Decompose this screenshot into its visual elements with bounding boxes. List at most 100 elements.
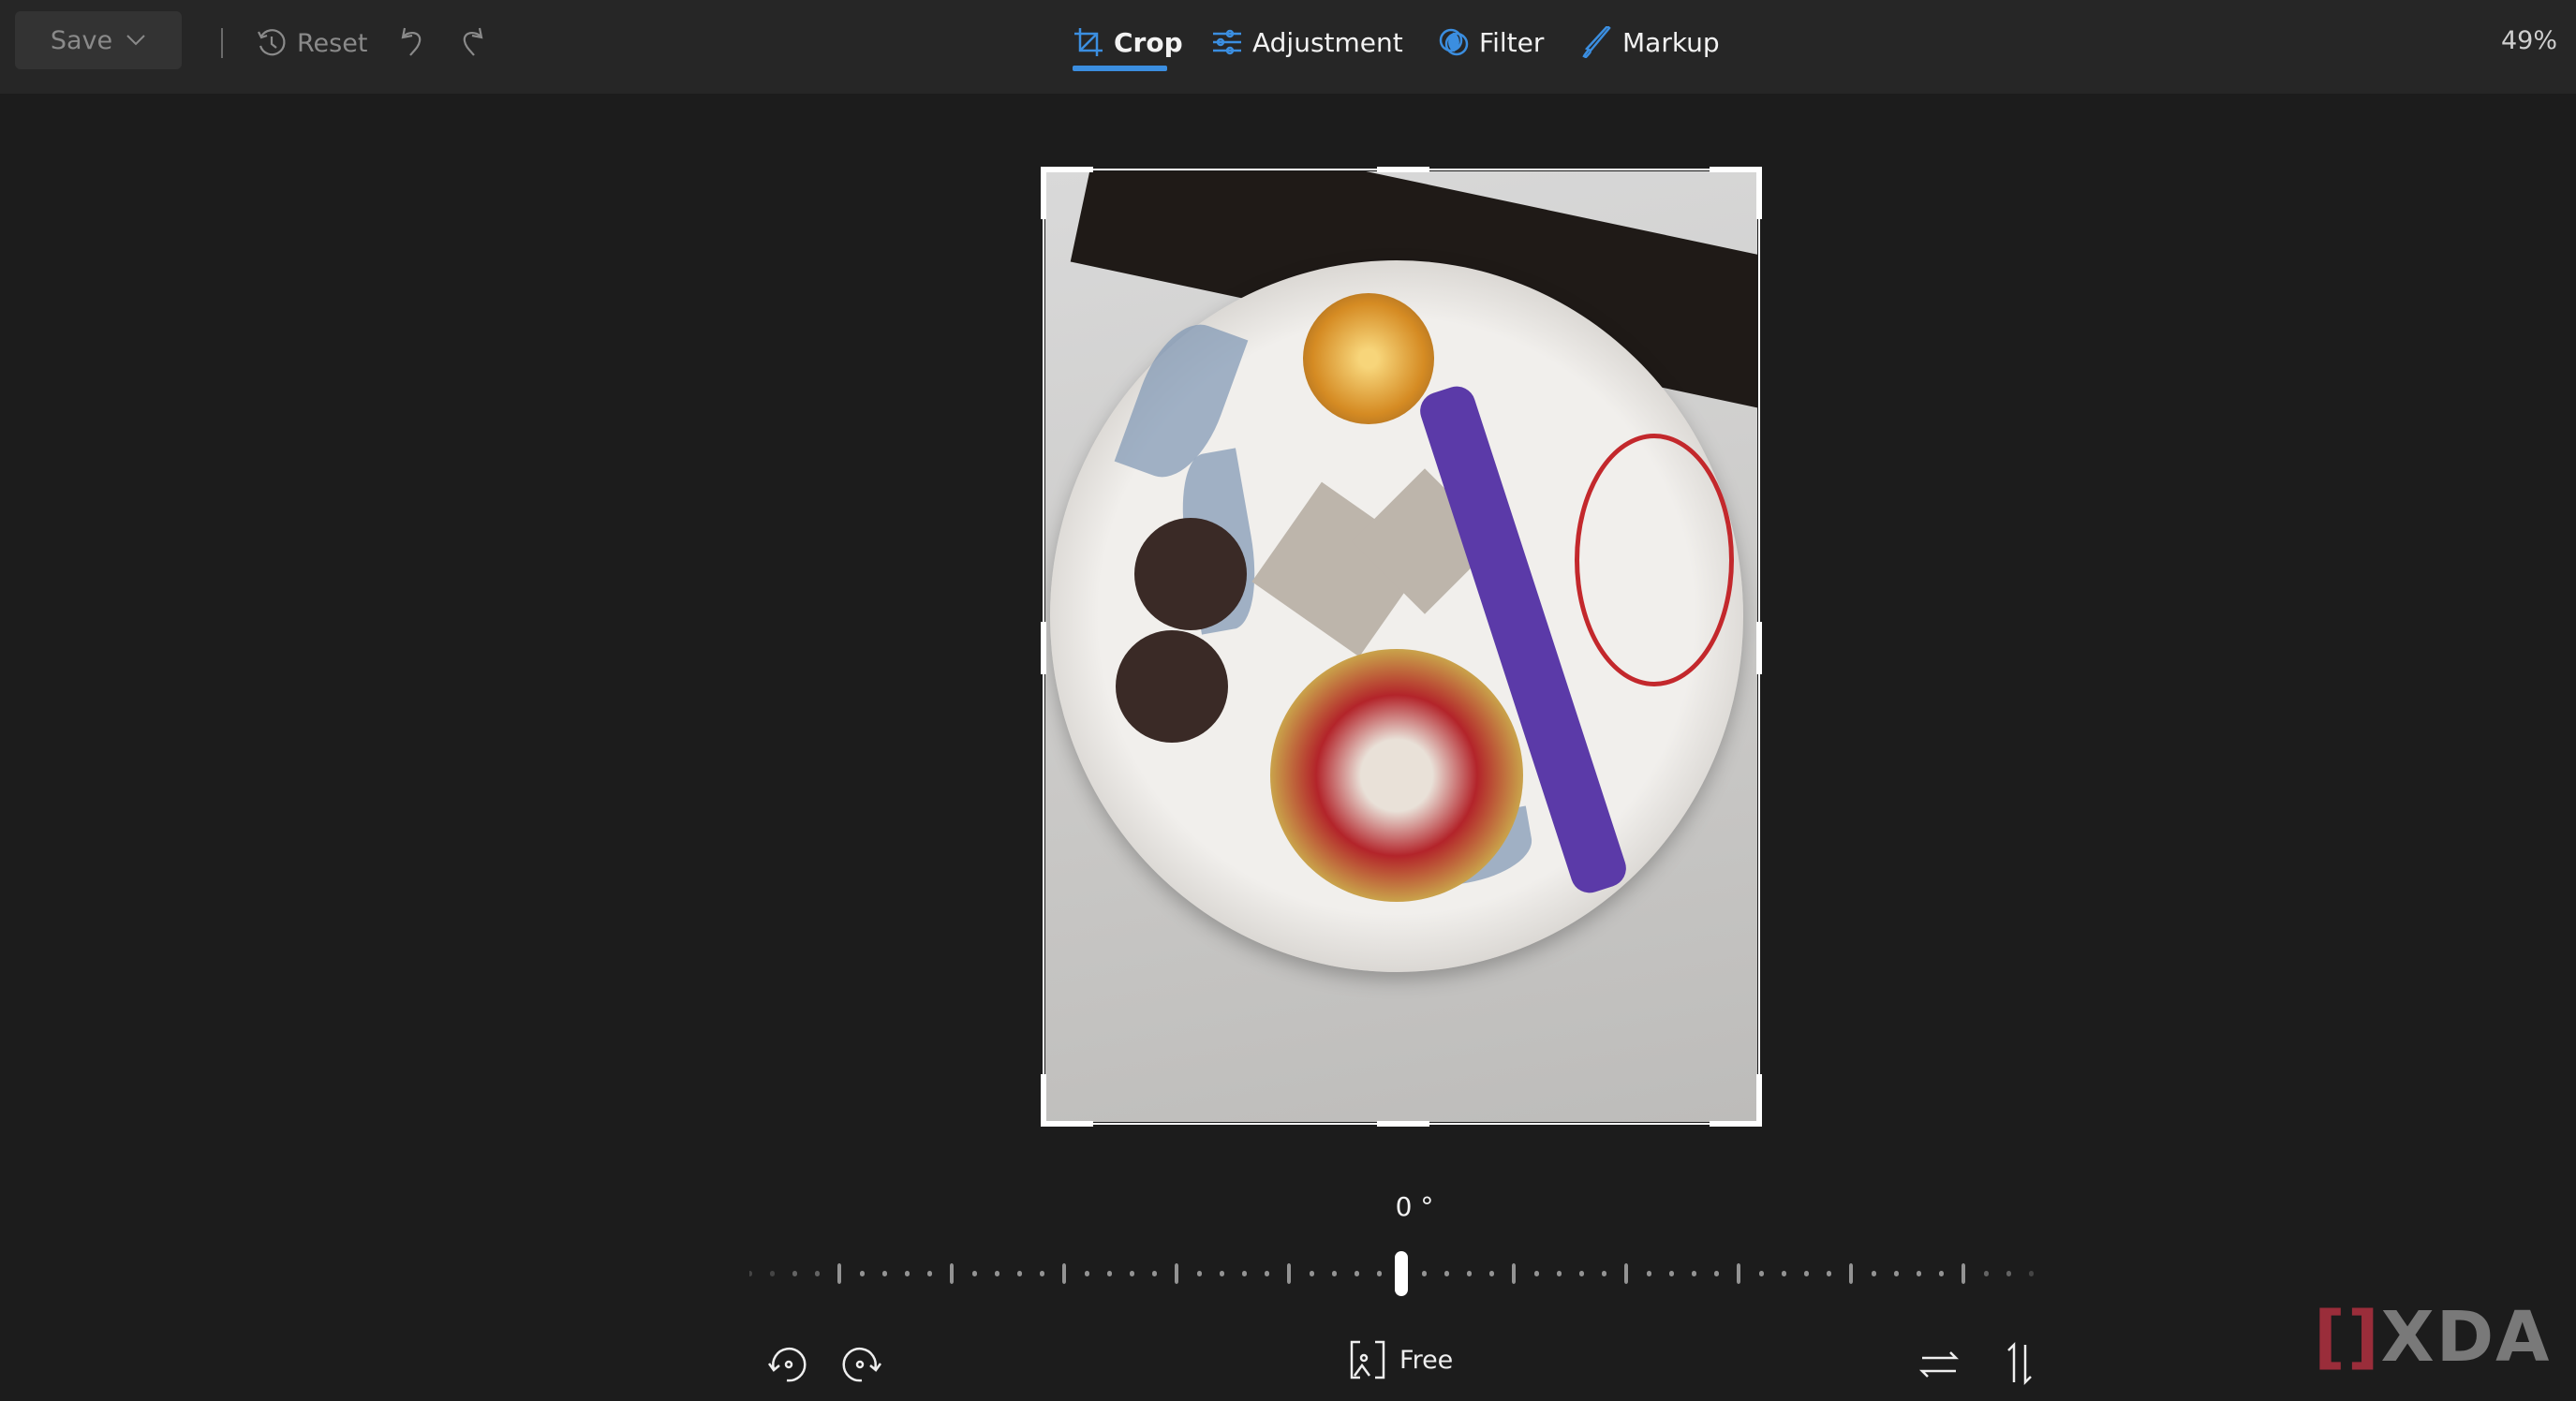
slider-minor-tick — [1310, 1271, 1314, 1276]
slider-minor-tick — [792, 1271, 797, 1276]
redo-button[interactable] — [457, 24, 487, 62]
slider-major-tick — [1849, 1263, 1853, 1284]
save-label: Save — [50, 25, 113, 55]
slider-minor-tick — [749, 1271, 752, 1276]
active-tab-indicator — [1073, 66, 1167, 71]
slider-minor-tick — [1130, 1271, 1134, 1276]
filter-icon — [1439, 28, 1469, 56]
slider-minor-tick — [882, 1271, 887, 1276]
reset-button[interactable]: Reset — [256, 22, 367, 64]
slider-minor-tick — [995, 1271, 999, 1276]
tab-adjustment[interactable]: Adjustment — [1211, 21, 1403, 64]
slider-minor-tick — [1759, 1271, 1764, 1276]
undo-icon — [401, 27, 422, 56]
rotate-left-button[interactable] — [764, 1341, 809, 1386]
tab-label: Filter — [1479, 26, 1545, 58]
slider-thumb[interactable] — [1395, 1251, 1408, 1296]
chevron-down-icon — [126, 35, 145, 46]
slider-minor-tick — [770, 1271, 775, 1276]
aspect-ratio-icon — [1350, 1340, 1385, 1379]
crop-handle-right[interactable] — [1756, 622, 1762, 674]
flip-horizontal-icon — [1918, 1351, 1960, 1378]
slider-minor-tick — [1332, 1271, 1337, 1276]
slider-major-tick — [1062, 1263, 1066, 1284]
slider-minor-tick — [1444, 1271, 1449, 1276]
slider-minor-tick — [927, 1271, 932, 1276]
sliders-icon — [1213, 29, 1241, 55]
slider-minor-tick — [1917, 1271, 1921, 1276]
crop-handle-top-right[interactable] — [1710, 167, 1762, 172]
rotate-right-button[interactable] — [841, 1341, 886, 1386]
slider-minor-tick — [1107, 1271, 1112, 1276]
crop-frame[interactable] — [1041, 167, 1762, 1127]
history-icon — [258, 29, 286, 56]
slider-minor-tick — [1197, 1271, 1202, 1276]
slider-minor-tick — [1714, 1271, 1719, 1276]
rotation-slider[interactable] — [749, 1236, 2051, 1311]
slider-minor-tick — [1422, 1271, 1427, 1276]
slider-minor-tick — [1355, 1271, 1359, 1276]
slider-minor-tick — [1827, 1271, 1831, 1276]
slider-minor-tick — [860, 1271, 865, 1276]
rotate-left-icon — [767, 1347, 807, 1382]
tab-markup[interactable]: Markup — [1581, 21, 1720, 64]
tab-label: Crop — [1114, 26, 1183, 58]
undo-button[interactable] — [397, 24, 427, 62]
crop-handle-bottom-right[interactable] — [1710, 1121, 1762, 1127]
slider-minor-tick — [1265, 1271, 1269, 1276]
slider-minor-tick — [1017, 1271, 1022, 1276]
slider-minor-tick — [2006, 1271, 2011, 1276]
slider-minor-tick — [1220, 1271, 1224, 1276]
zoom-level[interactable]: 49% — [2501, 26, 2557, 55]
rotation-angle-label: 0 ° — [1395, 1191, 1434, 1222]
slider-minor-tick — [2029, 1271, 2034, 1276]
slider-minor-tick — [1534, 1271, 1539, 1276]
slider-minor-tick — [905, 1271, 910, 1276]
crop-handle-top-left[interactable] — [1041, 167, 1093, 172]
crop-handle-left[interactable] — [1041, 622, 1046, 674]
slider-major-tick — [1287, 1263, 1291, 1284]
save-button[interactable]: Save — [15, 11, 182, 69]
slider-minor-tick — [1602, 1271, 1606, 1276]
tab-filter[interactable]: Filter — [1438, 21, 1544, 64]
tab-crop[interactable]: Crop — [1073, 21, 1183, 64]
slider-major-tick — [837, 1263, 841, 1284]
crop-handle-bottom-right[interactable] — [1756, 1074, 1762, 1127]
crop-handle-top[interactable] — [1377, 167, 1429, 172]
slider-minor-tick — [1647, 1271, 1651, 1276]
flip-vertical-icon — [2007, 1341, 2032, 1386]
slider-minor-tick — [1579, 1271, 1584, 1276]
crop-handle-top-right[interactable] — [1756, 167, 1762, 219]
flip-vertical-button[interactable] — [1997, 1341, 2042, 1386]
slider-minor-tick — [815, 1271, 820, 1276]
crop-handle-bottom-left[interactable] — [1041, 1121, 1093, 1127]
crop-handle-bottom-left[interactable] — [1041, 1074, 1046, 1127]
slider-minor-tick — [1377, 1271, 1382, 1276]
tab-label: Adjustment — [1252, 26, 1403, 58]
slider-minor-tick — [1939, 1271, 1944, 1276]
slider-minor-tick — [1984, 1271, 1989, 1276]
slider-minor-tick — [1804, 1271, 1809, 1276]
slider-minor-tick — [1242, 1271, 1247, 1276]
slider-minor-tick — [1040, 1271, 1044, 1276]
slider-major-tick — [950, 1263, 954, 1284]
toolbar-divider — [221, 28, 223, 58]
slider-minor-tick — [972, 1271, 977, 1276]
crop-handle-top-left[interactable] — [1041, 167, 1046, 219]
slider-minor-tick — [1669, 1271, 1674, 1276]
crop-icon — [1074, 28, 1103, 56]
slider-minor-tick — [1152, 1271, 1157, 1276]
tab-label: Markup — [1622, 26, 1720, 58]
reset-label: Reset — [297, 28, 368, 58]
flip-horizontal-button[interactable] — [1917, 1341, 1962, 1386]
crop-handle-bottom[interactable] — [1377, 1121, 1429, 1127]
slider-minor-tick — [1489, 1271, 1494, 1276]
slider-minor-tick — [1557, 1271, 1562, 1276]
aspect-ratio-button[interactable]: Free — [1349, 1339, 1453, 1380]
aspect-ratio-label: Free — [1399, 1345, 1454, 1375]
slider-minor-tick — [1085, 1271, 1089, 1276]
slider-minor-tick — [1692, 1271, 1696, 1276]
slider-major-tick — [1737, 1263, 1740, 1284]
slider-minor-tick — [1467, 1271, 1472, 1276]
slider-minor-tick — [1872, 1271, 1876, 1276]
